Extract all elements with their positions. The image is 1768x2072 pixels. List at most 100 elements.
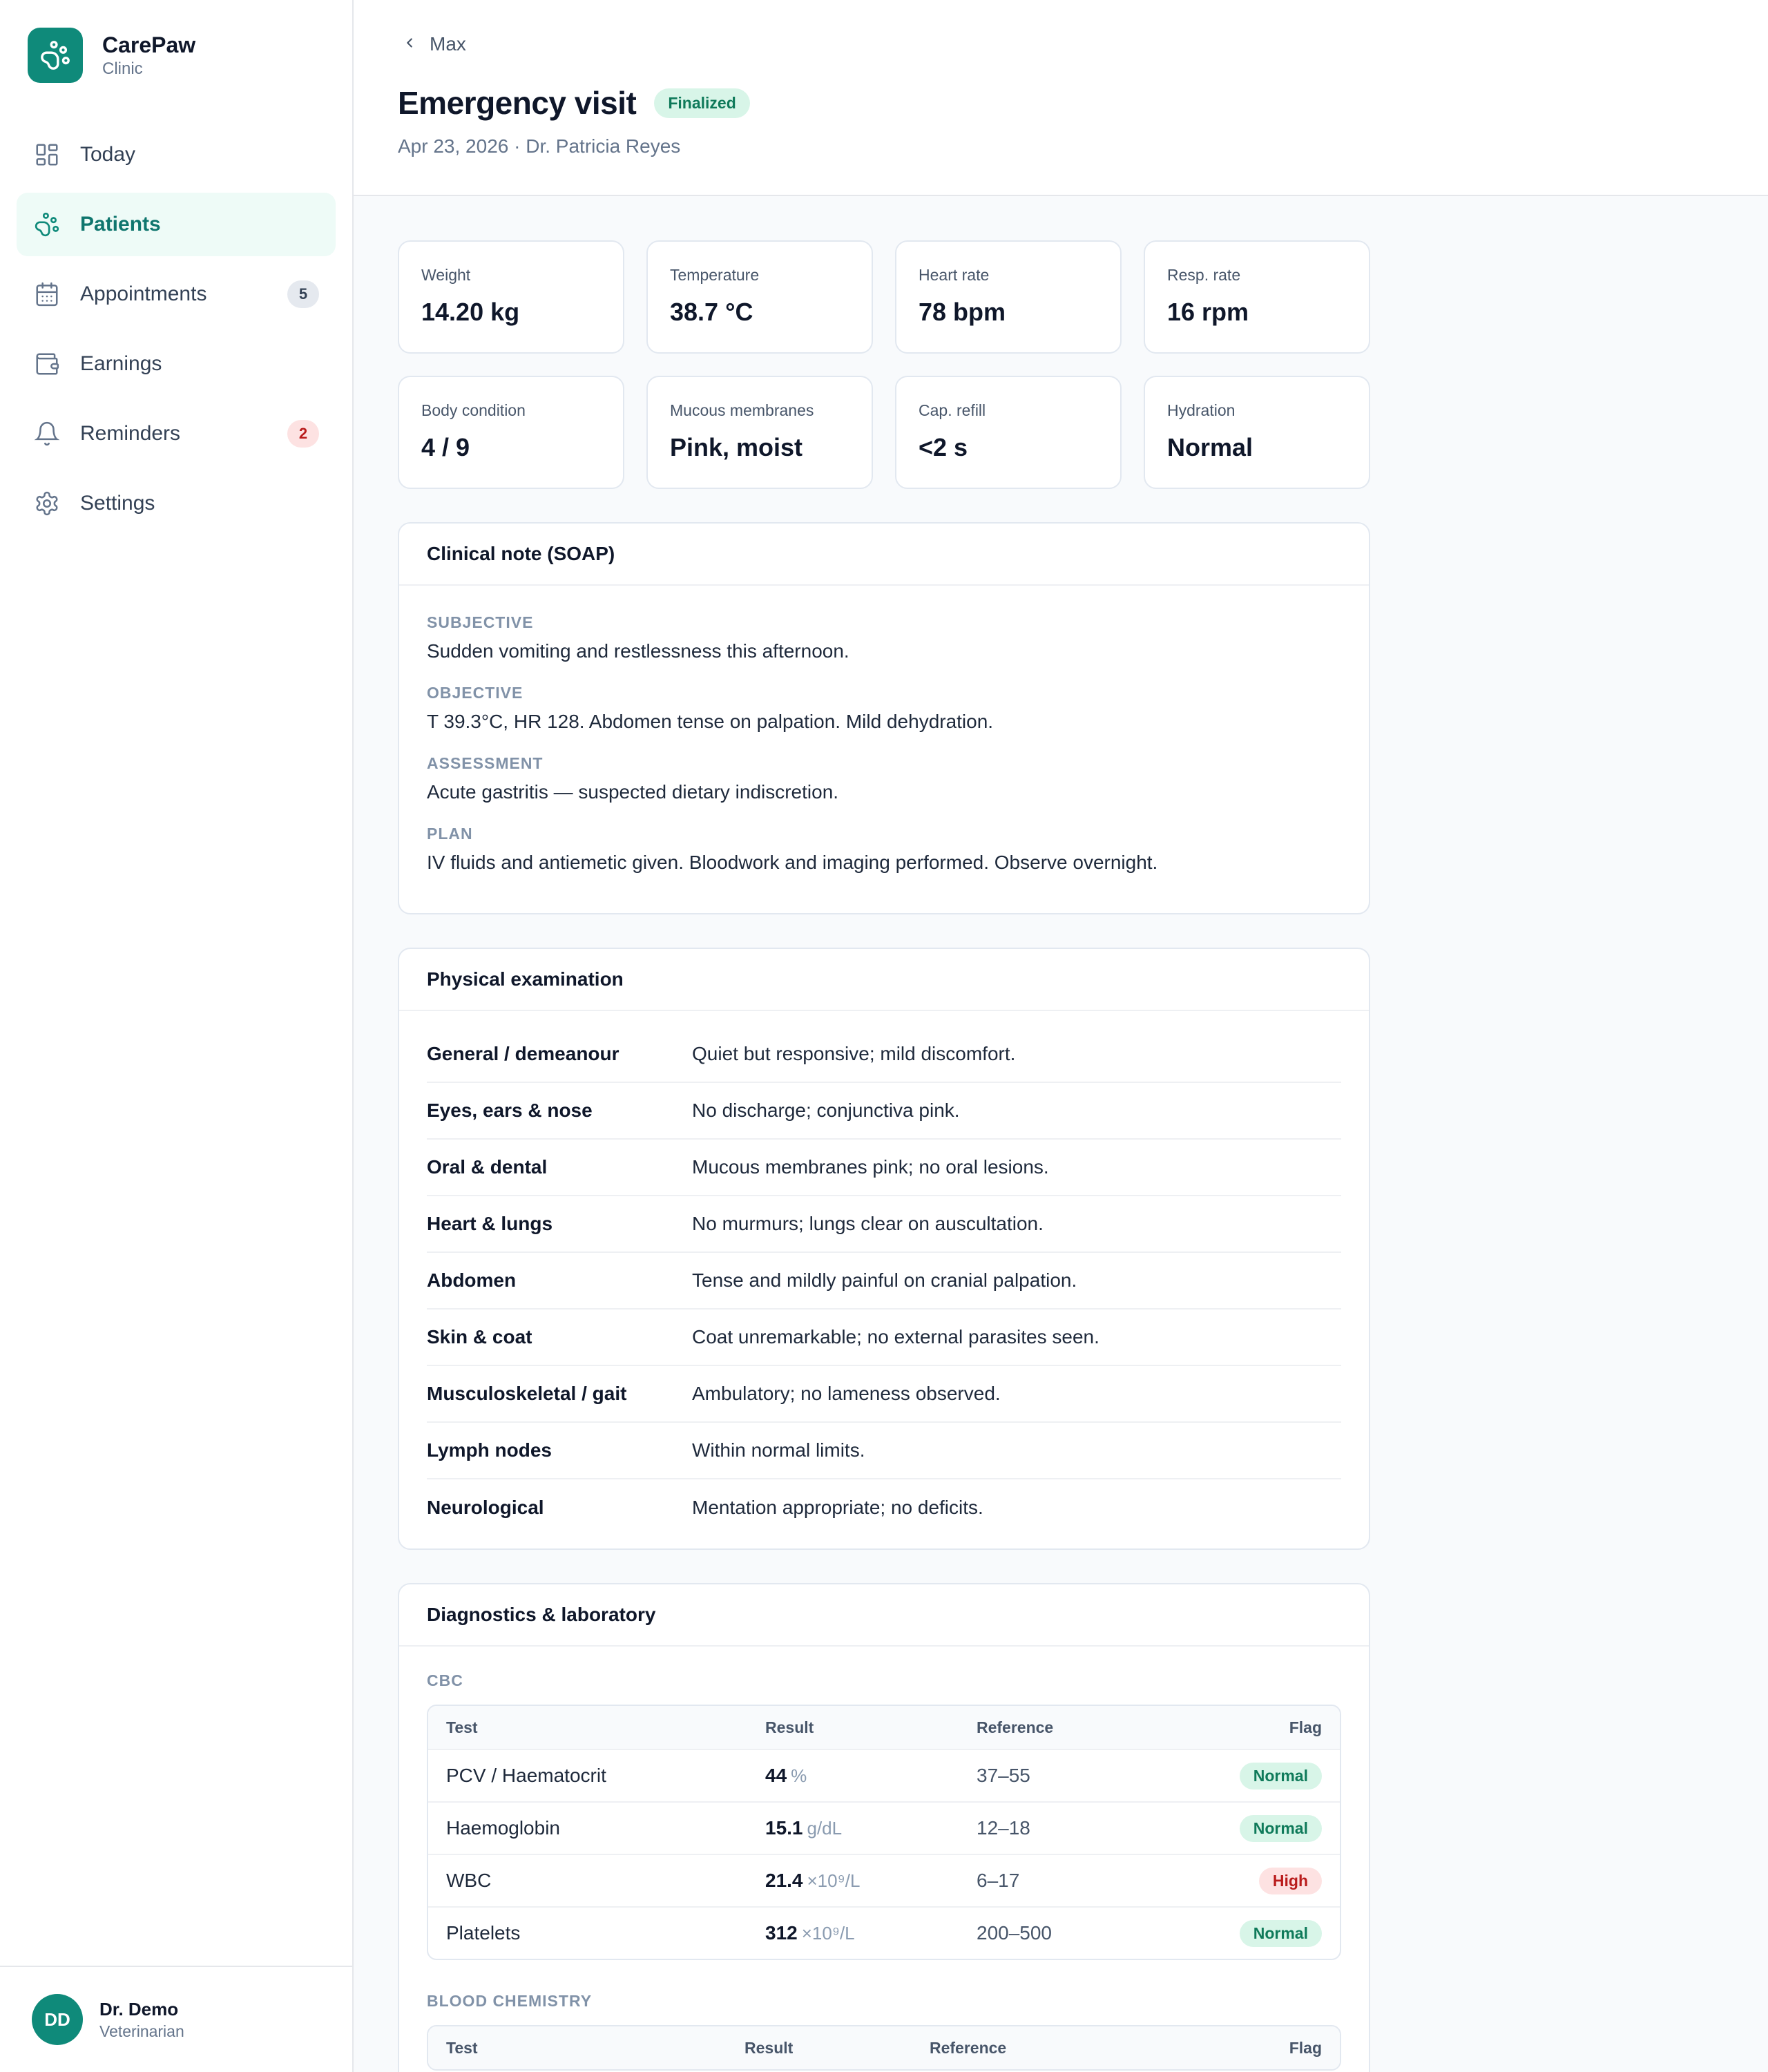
chevron-left-icon: [402, 33, 417, 55]
exam-key: Heart & lungs: [427, 1213, 553, 1234]
column-header: Reference: [977, 1718, 1054, 1736]
lab-section-label: BLOOD CHEMISTRY: [427, 1992, 593, 2010]
exam-key: Abdomen: [427, 1269, 517, 1291]
exam-row: Heart & lungs No murmurs; lungs clear on …: [427, 1196, 1341, 1253]
visit-subtitle: Apr 23, 2026 · Dr. Patricia Reyes: [398, 135, 681, 157]
vital-label: Hydration: [1167, 401, 1236, 419]
sidebar-item-label: Reminders: [80, 422, 181, 445]
brand[interactable]: CarePaw Clinic: [28, 28, 195, 83]
lab-reference: 12–18: [977, 1817, 1030, 1839]
soap-assessment: ASSESSMENT Acute gastritis — suspected d…: [427, 753, 1341, 805]
vital-card-hydration: Hydration Normal: [1144, 376, 1370, 489]
lab-reference: 200–500: [977, 1922, 1053, 1944]
flag-badge: Normal: [1239, 1762, 1322, 1790]
vital-value: 14.20 kg: [421, 298, 520, 326]
bell-icon: [33, 420, 61, 448]
sidebar-item-label: Settings: [80, 492, 155, 515]
lab-unit: ×10⁹/L: [807, 1870, 861, 1891]
column-header: Result: [744, 2038, 794, 2057]
lab-test: Platelets: [446, 1922, 521, 1944]
sidebar-item-earnings[interactable]: Earnings: [17, 332, 336, 396]
diagnostics-card: Diagnostics & laboratory CBC Test Result…: [398, 1583, 1370, 2072]
status-badge: Finalized: [654, 88, 750, 118]
vital-value: Normal: [1167, 433, 1253, 461]
soap-label: ASSESSMENT: [427, 754, 544, 772]
physical-exam-card: Physical examination General / demeanour…: [398, 948, 1370, 1550]
sidebar-item-today[interactable]: Today: [17, 123, 336, 186]
lab-section-label: CBC: [427, 1671, 463, 1689]
exam-value: Coat unremarkable; no external parasites…: [692, 1326, 1099, 1347]
page-title: Emergency visit: [398, 85, 637, 121]
user-name: Dr. Demo: [99, 1999, 179, 2020]
lab-reference: 37–55: [977, 1765, 1030, 1786]
lab-test: PCV / Haematocrit: [446, 1765, 606, 1786]
exam-value: Quiet but responsive; mild discomfort.: [692, 1043, 1016, 1064]
soap-text: Sudden vomiting and restlessness this af…: [427, 640, 849, 662]
exam-row: Lymph nodes Within normal limits.: [427, 1423, 1341, 1479]
exam-row: Eyes, ears & nose No discharge; conjuncti…: [427, 1083, 1341, 1140]
page-header: Max Emergency visit Finalized Apr 23, 20…: [354, 0, 1768, 196]
exam-row: Neurological Mentation appropriate; no de…: [427, 1479, 1341, 1536]
vital-card-resp-rate: Resp. rate 16 rpm: [1144, 240, 1370, 354]
column-header: Test: [446, 1718, 478, 1736]
vital-label: Heart rate: [919, 266, 990, 284]
soap-label: OBJECTIVE: [427, 684, 523, 702]
exam-row: General / demeanour Quiet but responsive;…: [427, 1026, 1341, 1083]
avatar: DD: [32, 1994, 83, 2045]
soap-objective: OBJECTIVE T 39.3°C, HR 128. Abdomen tens…: [427, 682, 1341, 735]
table-row: WBC 21.4 ×10⁹/L 6–17 High: [428, 1854, 1340, 1906]
user-role: Veterinarian: [99, 2022, 184, 2040]
lab-test: Haemoglobin: [446, 1817, 560, 1839]
back-link[interactable]: Max: [402, 33, 466, 55]
soap-text: Acute gastritis — suspected dietary indi…: [427, 781, 839, 803]
vital-label: Resp. rate: [1167, 266, 1241, 284]
vital-card-mucous-membranes: Mucous membranes Pink, moist: [646, 376, 873, 489]
back-link-label: Max: [430, 33, 466, 55]
exam-key: Oral & dental: [427, 1156, 548, 1178]
sidebar-item-settings[interactable]: Settings: [17, 472, 336, 535]
exam-value: Tense and mildly painful on cranial palp…: [692, 1269, 1077, 1291]
flag-badge: Normal: [1239, 1814, 1322, 1842]
vital-card-heart-rate: Heart rate 78 bpm: [895, 240, 1122, 354]
column-header: Test: [446, 2038, 478, 2057]
vital-label: Temperature: [670, 266, 760, 284]
sidebar-item-label: Today: [80, 143, 136, 166]
column-header: Flag: [1289, 1718, 1322, 1736]
card-title: Clinical note (SOAP): [399, 524, 1369, 586]
exam-row: Abdomen Tense and mildly painful on crani…: [427, 1253, 1341, 1310]
sidebar-nav: Today Patients Appointments 5 Earnings R…: [17, 123, 336, 541]
vitals-grid: Weight 14.20 kg Temperature 38.7 °C Heart …: [398, 240, 1370, 489]
exam-key: General / demeanour: [427, 1043, 619, 1064]
exam-row: Musculoskeletal / gait Ambulatory; no lam…: [427, 1366, 1341, 1423]
vital-value: 78 bpm: [919, 298, 1006, 326]
column-header: Result: [765, 1718, 814, 1736]
vital-card-weight: Weight 14.20 kg: [398, 240, 624, 354]
soap-subjective: SUBJECTIVE Sudden vomiting and restlessn…: [427, 612, 1341, 664]
lab-reference: 6–17: [977, 1870, 1020, 1891]
column-header: Reference: [930, 2038, 1007, 2057]
paw-logo-icon: [28, 28, 83, 83]
exam-value: Within normal limits.: [692, 1439, 865, 1461]
sidebar-item-patients[interactable]: Patients: [17, 193, 336, 256]
lab-unit: ×10⁹/L: [801, 1923, 855, 1944]
exam-key: Skin & coat: [427, 1326, 532, 1347]
wallet-icon: [33, 350, 61, 378]
soap-plan: PLAN IV fluids and antiemetic given. Blo…: [427, 823, 1341, 876]
soap-label: PLAN: [427, 825, 473, 843]
lab-test: WBC: [446, 1870, 492, 1891]
card-title: Physical examination: [399, 949, 1369, 1011]
sidebar-item-reminders[interactable]: Reminders 2: [17, 402, 336, 466]
table-header: Test Result Reference Flag: [428, 2026, 1340, 2069]
table-row: PCV / Haematocrit 44% 37–55 Normal: [428, 1749, 1340, 1801]
table-header: Test Result Reference Flag: [428, 1706, 1340, 1749]
card-title: Diagnostics & laboratory: [399, 1584, 1369, 1647]
exam-value: No discharge; conjunctiva pink.: [692, 1100, 960, 1121]
cbc-table: Test Result Reference Flag PCV / Haemato…: [427, 1705, 1341, 1960]
sidebar-item-appointments[interactable]: Appointments 5: [17, 262, 336, 326]
exam-row: Skin & coat Coat unremarkable; no externa…: [427, 1310, 1341, 1366]
sidebar-item-label: Earnings: [80, 352, 162, 375]
table-row: Platelets 312 ×10⁹/L 200–500 Normal: [428, 1906, 1340, 1959]
user-profile[interactable]: DD Dr. Demo Veterinarian: [0, 1966, 352, 2072]
column-header: Flag: [1289, 2038, 1322, 2057]
brand-name: CarePaw: [102, 32, 196, 57]
